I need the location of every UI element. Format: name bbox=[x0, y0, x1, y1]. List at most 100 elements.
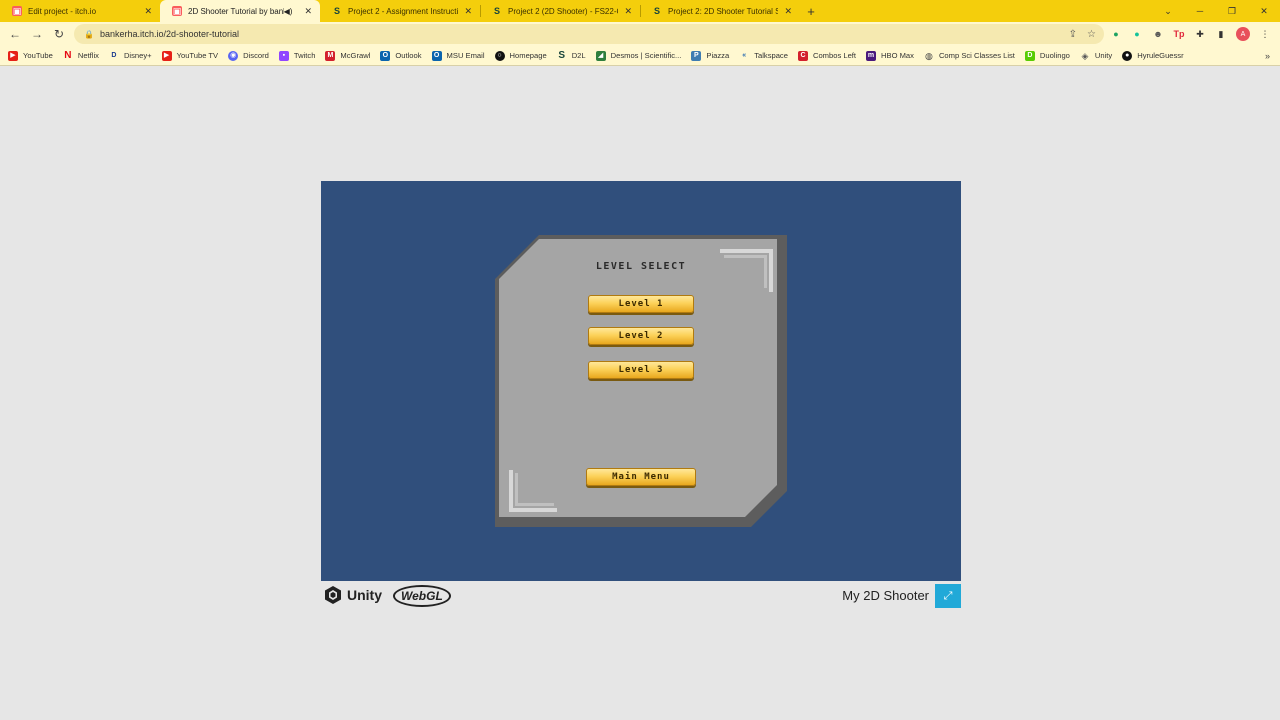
tab-search-icon[interactable]: ⌄ bbox=[1152, 0, 1184, 22]
hyruleguessr-icon: ● bbox=[1122, 50, 1133, 61]
game-canvas[interactable]: LEVEL SELECT Level 1 Level 2 Level 3 Mai… bbox=[321, 181, 961, 581]
tab-edit-project[interactable]: ▣ Edit project - itch.io ✕ bbox=[0, 0, 160, 22]
avatar[interactable]: A bbox=[1236, 27, 1250, 41]
lock-icon[interactable]: 🔒 bbox=[84, 30, 94, 39]
bookmark-label: Homepage bbox=[509, 51, 547, 60]
extension-tp-icon[interactable]: Tp bbox=[1173, 28, 1185, 40]
level-select-title: LEVEL SELECT bbox=[595, 261, 687, 272]
bookmark-label: YouTube TV bbox=[176, 51, 219, 60]
s-icon: S bbox=[558, 49, 566, 61]
bookmark-desmos[interactable]: ◢ Desmos | Scientific... bbox=[595, 50, 682, 61]
bookmark-msu-email[interactable]: O MSU Email bbox=[431, 50, 485, 61]
bookmark-unity[interactable]: ◈ Unity bbox=[1080, 51, 1112, 61]
bookmark-combos-left[interactable]: C Combos Left bbox=[797, 50, 856, 61]
netflix-icon: N bbox=[64, 49, 72, 61]
level-2-button[interactable]: Level 2 bbox=[588, 327, 694, 345]
level-1-button[interactable]: Level 1 bbox=[588, 295, 694, 313]
side-panel-icon[interactable]: ▮ bbox=[1215, 28, 1227, 40]
itch-icon: ▣ bbox=[12, 5, 22, 16]
bookmark-comp-sci[interactable]: ◍ Comp Sci Classes List bbox=[924, 51, 1015, 61]
disney-icon: D bbox=[111, 51, 117, 59]
bookmark-hbo-max[interactable]: m HBO Max bbox=[866, 50, 914, 61]
bookmark-label: Discord bbox=[243, 51, 269, 60]
bookmark-outlook[interactable]: O Outlook bbox=[380, 50, 422, 61]
extensions-puzzle-icon[interactable]: ✚ bbox=[1194, 28, 1206, 40]
bookmark-label: McGrawl bbox=[340, 51, 371, 60]
bookmark-d2l[interactable]: S D2L bbox=[557, 49, 586, 61]
close-icon[interactable]: ✕ bbox=[464, 6, 472, 17]
duolingo-icon: D bbox=[1024, 50, 1035, 61]
extensions-area: ● ● ☻ Tp ✚ ▮ A ⋮ bbox=[1110, 22, 1271, 46]
bookmark-twitch[interactable]: ▪ Twitch bbox=[278, 50, 315, 61]
expand-icon: ⤢ bbox=[943, 589, 953, 602]
share-icon[interactable]: ⇪ bbox=[1069, 29, 1077, 40]
bookmark-duolingo[interactable]: D Duolingo bbox=[1024, 50, 1070, 61]
main-menu-button[interactable]: Main Menu bbox=[586, 468, 696, 486]
tab-title: Project 2 - Assignment Instructio bbox=[348, 6, 459, 16]
bookmarks-overflow-icon[interactable]: » bbox=[1265, 46, 1270, 66]
tab-project-2-shooter[interactable]: S Project 2 (2D Shooter) - FS22-C ✕ bbox=[480, 0, 640, 22]
speaker-icon[interactable]: ◀) bbox=[284, 7, 293, 16]
bookmark-hyruleguessr[interactable]: ● HyruleGuessr bbox=[1122, 50, 1184, 61]
bookmark-label: Desmos | Scientific... bbox=[610, 51, 682, 60]
reload-icon[interactable]: ↻ bbox=[48, 23, 70, 45]
omnibox-actions: ⇪ ☆ bbox=[1069, 24, 1096, 44]
tab-2d-shooter-tutorial[interactable]: ▣ 2D Shooter Tutorial by bank ◀) ✕ bbox=[160, 0, 320, 22]
bookmark-label: Piazza bbox=[706, 51, 730, 60]
webgl-logo: WebGL bbox=[393, 585, 451, 607]
level-3-button[interactable]: Level 3 bbox=[588, 361, 694, 379]
bookmark-piazza[interactable]: P Piazza bbox=[691, 50, 730, 61]
bookmark-discord[interactable]: ◉ Discord bbox=[228, 50, 269, 61]
forward-icon[interactable]: → bbox=[26, 23, 48, 45]
mcgraw-icon: M bbox=[325, 50, 336, 61]
unity-icon: ◈ bbox=[1081, 50, 1089, 61]
close-icon[interactable]: ✕ bbox=[624, 6, 632, 17]
bookmark-label: HyruleGuessr bbox=[1137, 51, 1184, 60]
extension-green-pin-icon[interactable]: ● bbox=[1110, 28, 1122, 40]
bookmark-label: YouTube bbox=[23, 51, 53, 60]
new-tab-button[interactable]: + bbox=[800, 0, 822, 22]
bookmark-label: Unity bbox=[1094, 51, 1113, 60]
close-icon[interactable]: ✕ bbox=[144, 6, 152, 17]
bookmark-label: Outlook bbox=[395, 51, 422, 60]
s-icon: S bbox=[493, 6, 500, 16]
piazza-icon: P bbox=[691, 50, 702, 61]
bookmark-label: D2L bbox=[571, 51, 586, 60]
combos-icon: C bbox=[797, 50, 808, 61]
bookmark-homepage[interactable]: ○ Homepage bbox=[494, 50, 547, 61]
game-name: My 2D Shooter bbox=[842, 588, 929, 603]
fullscreen-button[interactable]: ⤢ bbox=[935, 584, 961, 608]
talkspace-icon: « bbox=[742, 51, 747, 59]
tab-strip: ▣ Edit project - itch.io ✕ ▣ 2D Shooter … bbox=[0, 0, 1280, 22]
minimize-icon[interactable]: ─ bbox=[1184, 0, 1216, 22]
grammarly-icon[interactable]: ● bbox=[1131, 28, 1143, 40]
tab-title: Edit project - itch.io bbox=[28, 6, 97, 16]
tab-title: Project 2: 2D Shooter Tutorial S bbox=[668, 6, 779, 16]
back-icon[interactable]: ← bbox=[4, 23, 26, 45]
bookmark-netflix[interactable]: N Netflix bbox=[63, 49, 99, 61]
bookmark-youtube-tv[interactable]: ▶ YouTube TV bbox=[161, 50, 219, 61]
tab-project-2-tutorial[interactable]: S Project 2: 2D Shooter Tutorial S ✕ bbox=[640, 0, 800, 22]
bookmarks-bar: ▶ YouTube N Netflix D Disney+ ▶ YouTube TV ◉… bbox=[0, 46, 1280, 66]
close-window-icon[interactable]: ✕ bbox=[1248, 0, 1280, 22]
restore-icon[interactable]: ❐ bbox=[1216, 0, 1248, 22]
close-icon[interactable]: ✕ bbox=[784, 6, 792, 17]
bookmark-label: Duolingo bbox=[1039, 51, 1070, 60]
bookmark-mcgrawl[interactable]: M McGrawl bbox=[325, 50, 371, 61]
globe-icon: ◍ bbox=[925, 50, 933, 61]
menu-kebab-icon[interactable]: ⋮ bbox=[1259, 28, 1271, 40]
bookmark-label: Comp Sci Classes List bbox=[938, 51, 1015, 60]
extension-mask-icon[interactable]: ☻ bbox=[1152, 28, 1164, 40]
bookmark-talkspace[interactable]: « Talkspace bbox=[739, 51, 788, 61]
tab-title: Project 2 (2D Shooter) - FS22-C bbox=[508, 6, 619, 16]
tab-assignment-instructions[interactable]: S Project 2 - Assignment Instructio ✕ bbox=[320, 0, 480, 22]
bookmark-label: HBO Max bbox=[881, 51, 914, 60]
bookmark-star-icon[interactable]: ☆ bbox=[1087, 29, 1096, 40]
s-icon: S bbox=[333, 6, 340, 16]
close-icon[interactable]: ✕ bbox=[304, 6, 312, 17]
bookmark-youtube[interactable]: ▶ YouTube bbox=[8, 50, 53, 61]
bookmark-disney[interactable]: D Disney+ bbox=[109, 51, 151, 61]
youtube-icon: ▶ bbox=[8, 50, 18, 61]
address-bar[interactable]: 🔒 bankerha.itch.io/2d-shooter-tutorial ⇪… bbox=[74, 24, 1104, 44]
bookmark-label: Talkspace bbox=[754, 51, 788, 60]
